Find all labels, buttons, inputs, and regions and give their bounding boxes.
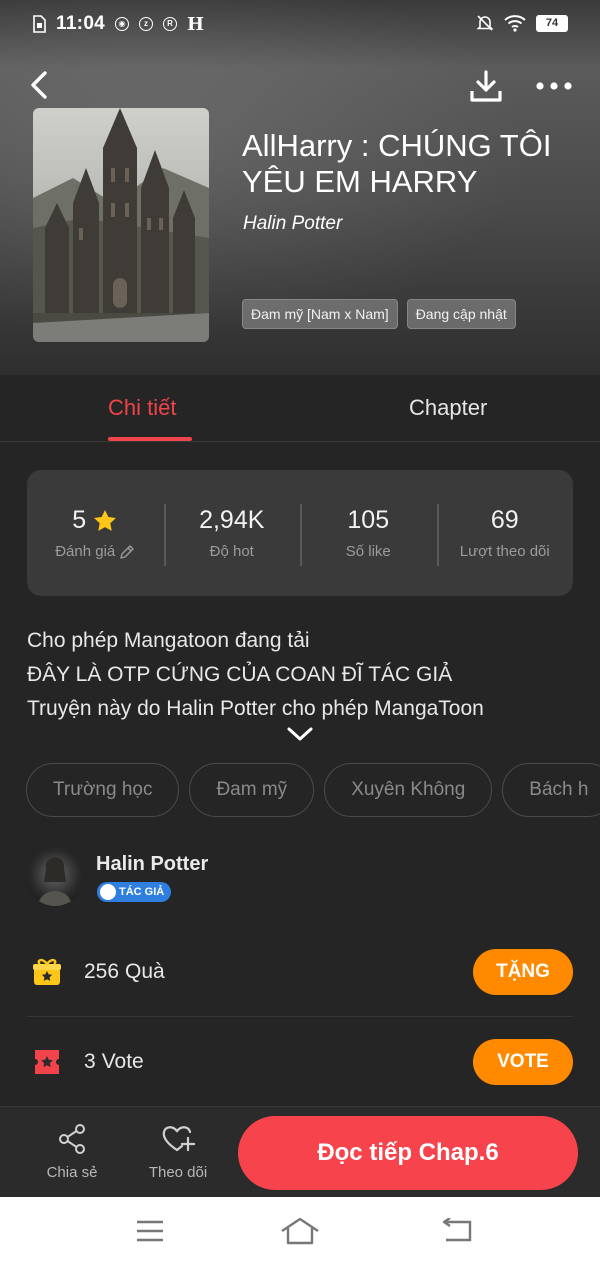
share-label: Chia sẻ [46,1164,98,1181]
mute-icon [476,15,494,31]
rating-value: 5 [72,506,87,534]
top-nav [0,62,600,108]
share-icon [59,1124,85,1154]
h-indicator: H [187,13,205,35]
book-author[interactable]: Halin Potter [243,213,342,235]
likes-value: 105 [347,506,390,534]
book-title: AllHarry : CHÚNG TÔI YÊU EM HARRY [242,128,552,199]
author-row[interactable]: Halin Potter TÁC GIẢ [26,848,576,908]
rt-icon: R [163,17,178,31]
menu-icon [137,1220,163,1242]
download-button[interactable] [466,66,506,106]
author-avatar[interactable] [26,848,84,906]
description[interactable]: Cho phép Mangatoon đang tải ĐÂY LÀ OTP C… [27,624,577,726]
vote-button[interactable]: VOTE [473,1039,573,1085]
gift-label: Quà [125,959,165,983]
author-name[interactable]: Halin Potter [96,853,208,876]
tab-chapters[interactable]: Chapter [409,395,487,421]
genre-chip[interactable]: Trường học [26,763,180,817]
tag-status: Đang cập nhật [406,299,516,329]
avatar-image [38,857,72,906]
description-line: ĐÂY LÀ OTP CỨNG CỦA COAN ĐĨ TÁC GIẢ [27,663,453,686]
vote-text: 3 Vote [84,1050,144,1074]
hot-label: Độ hot [209,543,254,560]
genre-chip[interactable]: Đam mỹ [189,763,315,817]
description-line: Cho phép Mangatoon đang tải [27,629,310,652]
bottom-action-bar: Chia sẻ Theo dõi Đọc tiếp Chap.6 [0,1106,600,1197]
give-gift-button[interactable]: TẶNG [473,948,573,995]
vote-row: 3 Vote VOTE [27,1017,573,1107]
author-badge-icon [100,884,116,900]
more-dots-icon [536,82,572,90]
gift-count: 256 [84,959,120,983]
followers-label: Lượt theo dõi [459,543,550,560]
description-line: Truyện này do Halin Potter cho phép Mang… [27,697,484,720]
home-button[interactable] [280,1215,320,1247]
stats-card: 5 Đánh giá 2,94K Độ hot 105 Số like 69 L… [27,470,573,596]
heart-plus-icon [162,1126,196,1152]
gift-text: 256 Quà [84,960,165,984]
status-time: 11:04 [56,13,106,34]
edit-pencil-icon[interactable] [119,544,135,560]
follow-label: Theo dõi [148,1164,208,1181]
tag-genre[interactable]: Đam mỹ [Nam x Nam] [242,299,398,329]
system-back-button[interactable] [437,1215,477,1247]
genre-chips: Trường học Đam mỹ Xuyên Không Bách h [26,763,600,817]
vote-count: 3 [84,1050,96,1073]
follow-button[interactable]: Theo dõi [133,1123,223,1181]
gift-icon [27,952,67,992]
wifi-icon [504,15,526,32]
rating-label: Đánh giá [55,543,116,560]
home-icon [281,1217,319,1245]
tab-details[interactable]: Chi tiết [108,395,176,421]
active-tab-indicator [108,437,192,441]
chevron-left-icon [31,71,47,99]
system-nav-bar [0,1197,600,1267]
z-icon: z [139,17,154,31]
download-icon [470,70,502,102]
castle-cover-image [33,108,209,342]
book-tags: Đam mỹ [Nam x Nam] Đang cập nhật [242,299,516,329]
app-icon: ◉ [115,17,130,31]
back-arrow-icon [442,1218,472,1242]
expand-description-button[interactable] [286,724,314,744]
chevron-down-icon [287,727,313,741]
stat-rating[interactable]: 5 Đánh giá [27,506,164,560]
vote-ticket-icon [27,1042,67,1082]
book-cover[interactable] [33,108,209,342]
tab-bar: Chi tiết Chapter [0,375,600,442]
stat-likes: 105 Số like [300,504,437,566]
back-button[interactable] [22,66,56,104]
hero-header: 11:04 ◉ z R H 74 AllHarry: CHÚNG TÔI YÊ… [0,0,600,375]
hot-value: 2,94K [199,506,265,534]
vote-label: Vote [101,1050,144,1073]
battery-icon: 74 [536,14,568,32]
share-button[interactable]: Chia sẻ [27,1123,117,1181]
followers-value: 69 [490,506,519,534]
star-icon [94,509,117,531]
genre-chip[interactable]: Bách h [502,763,600,817]
author-badge: TÁC GIẢ [97,882,172,902]
stat-hot: 2,94K Độ hot [163,504,301,566]
status-bar: 11:04 ◉ z R H 74 [0,0,600,48]
sim-icon [33,15,46,33]
stat-followers: 69 Lượt theo dõi [436,504,574,566]
author-badge-label: TÁC GIẢ [119,886,165,898]
gift-row: 256 Quà TẶNG [27,927,573,1017]
genre-chip[interactable]: Xuyên Không [324,763,493,817]
recent-apps-button[interactable] [130,1215,170,1247]
likes-label: Số like [345,543,391,560]
more-options-button[interactable] [532,66,576,106]
continue-reading-button[interactable]: Đọc tiếp Chap.6 [238,1116,578,1190]
